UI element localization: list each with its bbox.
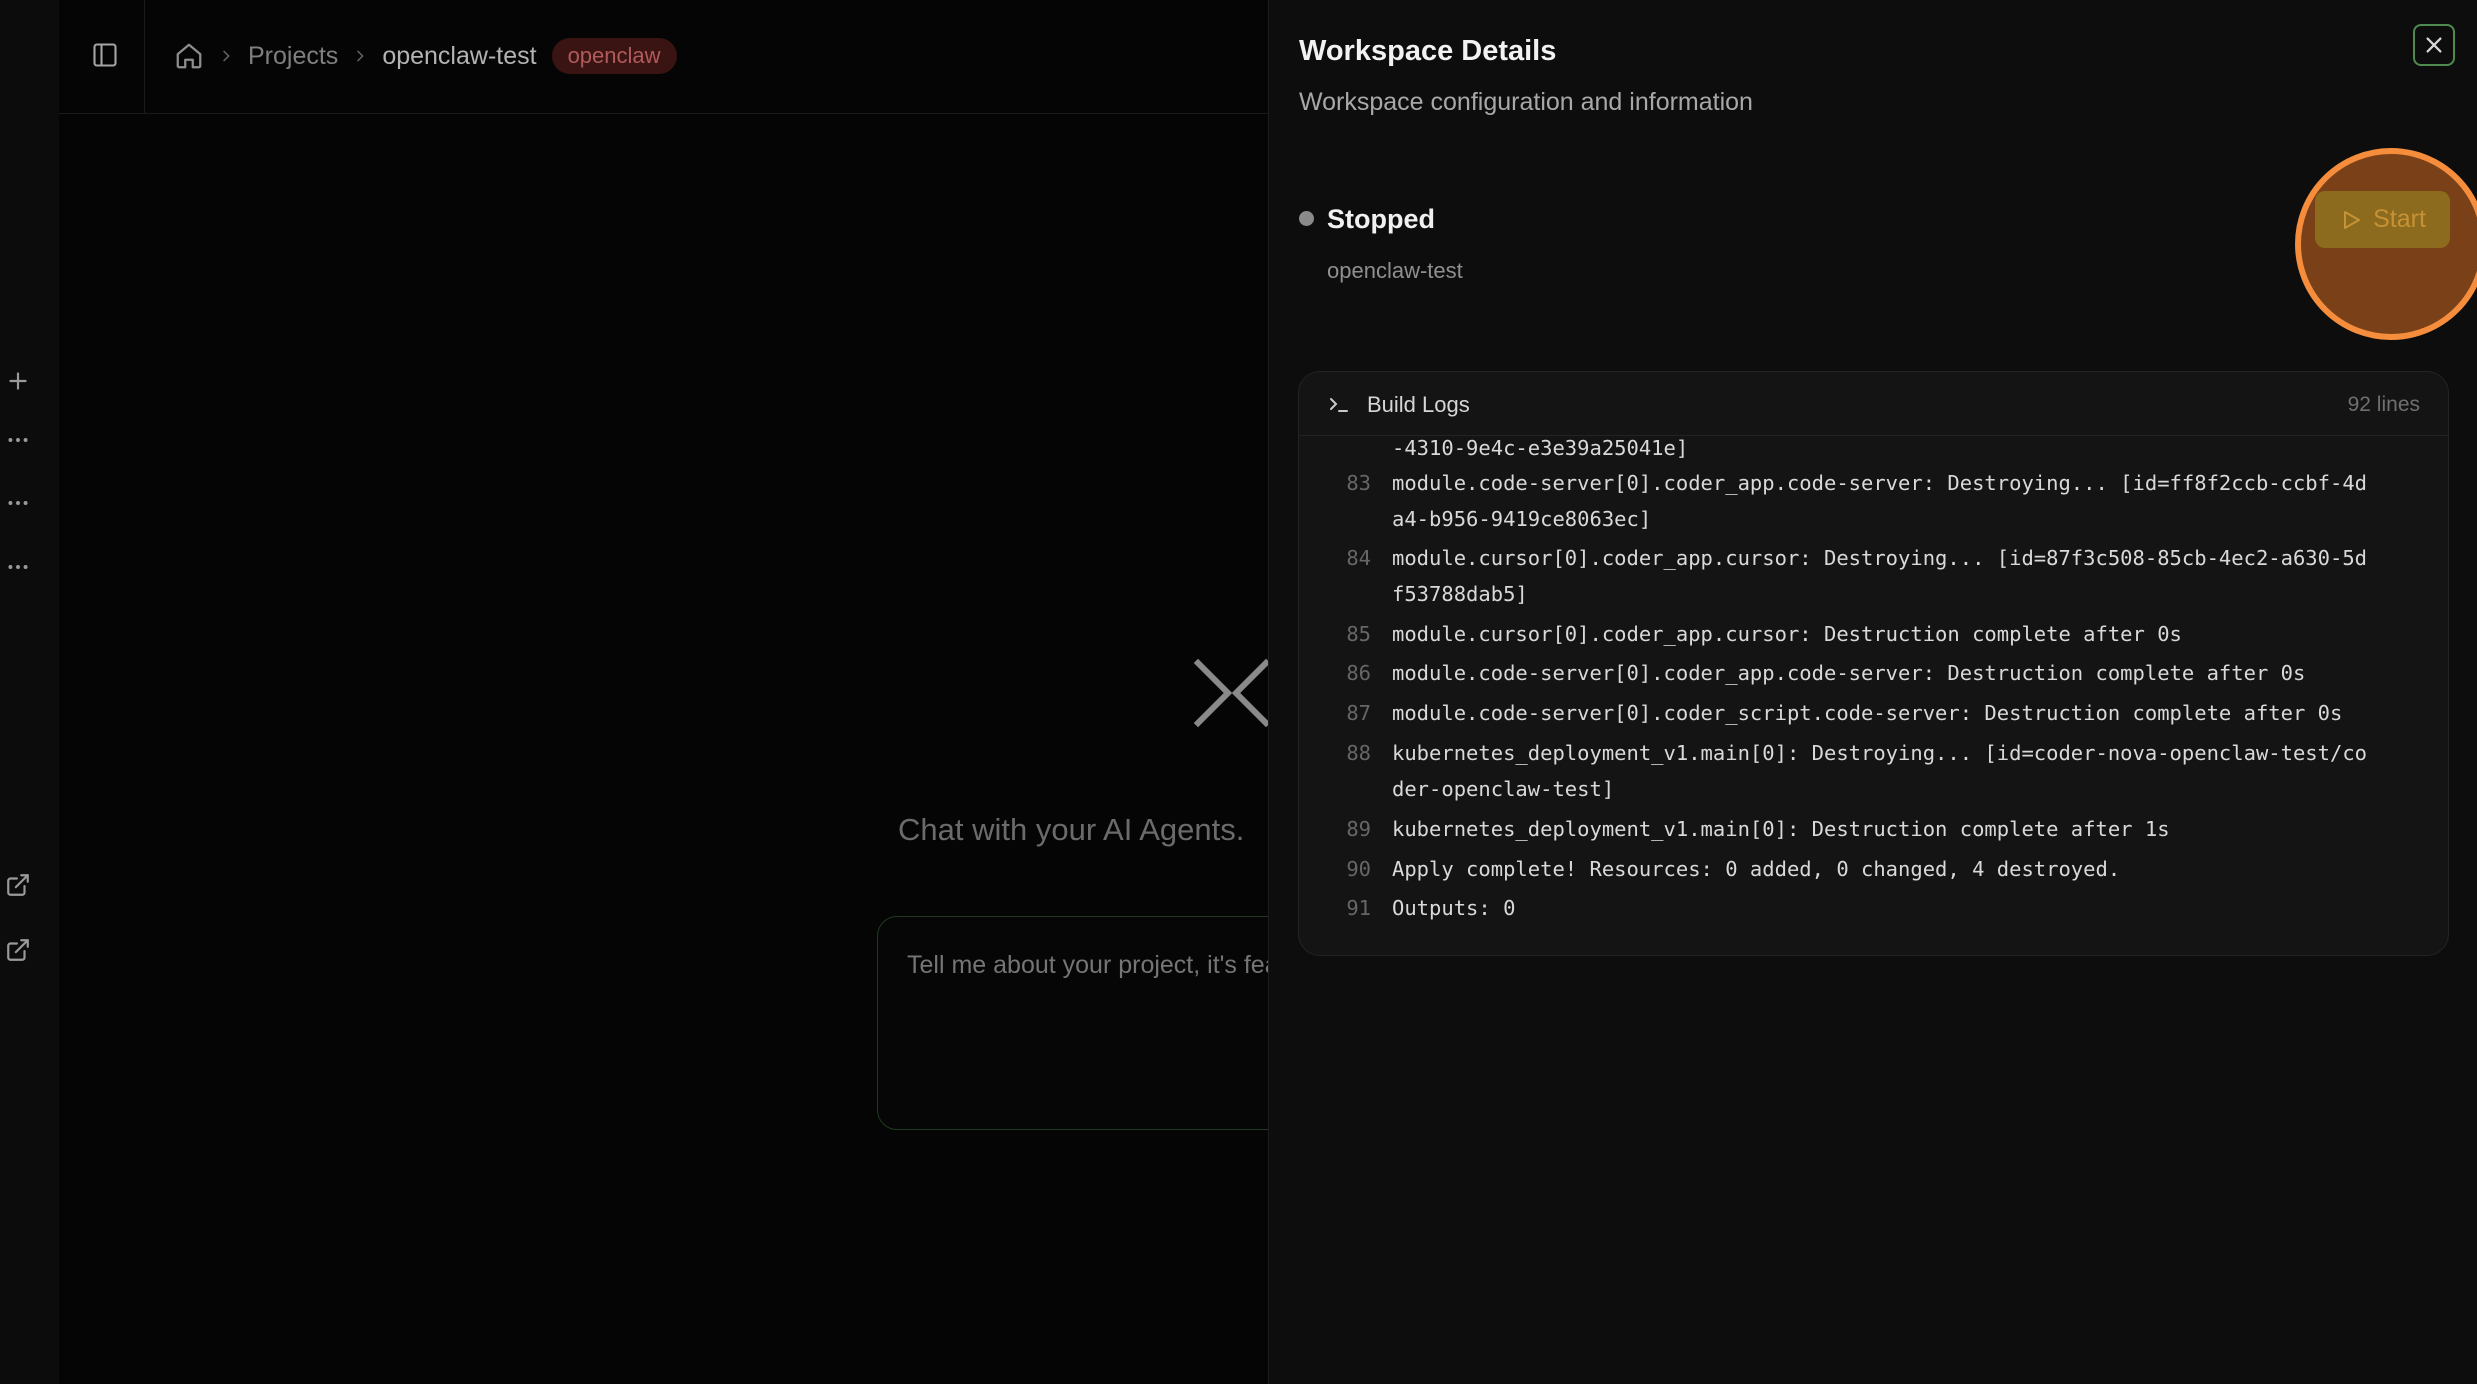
log-line-text: f53788dab5] xyxy=(1392,582,1528,606)
log-line-text: Apply complete! Resources: 0 added, 0 ch… xyxy=(1392,857,2121,881)
top-bar: Projects openclaw-test openclaw xyxy=(59,0,1268,114)
log-line-text: module.code-server[0].coder_app.code-ser… xyxy=(1392,661,2306,685)
workspace-details-panel: Workspace Details Workspace configuratio… xyxy=(1268,0,2477,1384)
panel-title: Workspace Details xyxy=(1299,35,1557,67)
start-button[interactable]: Start xyxy=(2315,191,2450,248)
topbar-divider xyxy=(144,0,145,114)
close-button[interactable] xyxy=(2413,24,2455,66)
log-line-number: 87 xyxy=(1346,701,1371,725)
build-logs-count: 92 lines xyxy=(2347,393,2420,416)
build-logs-title: Build Logs xyxy=(1367,392,1470,417)
main-area: Projects openclaw-test openclaw Chat wit… xyxy=(59,0,1337,1384)
log-line-number: 89 xyxy=(1346,817,1371,841)
chevron-right-icon xyxy=(204,48,248,64)
status-dot xyxy=(1299,211,1314,226)
breadcrumb-projects[interactable]: Projects xyxy=(248,42,338,71)
log-line-text: module.cursor[0].coder_app.cursor: Destr… xyxy=(1392,546,2368,570)
plus-icon[interactable] xyxy=(2,365,34,397)
log-line-number: 84 xyxy=(1346,546,1371,570)
close-icon xyxy=(2423,34,2445,56)
log-line-text: module.code-server[0].coder_script.code-… xyxy=(1392,701,2343,725)
play-icon xyxy=(2339,208,2363,232)
more-icon[interactable] xyxy=(2,424,34,456)
log-line-number: 85 xyxy=(1346,622,1371,646)
more-icon[interactable] xyxy=(2,487,34,519)
log-line-number: 90 xyxy=(1346,857,1371,881)
build-logs-header: Build Logs 92 lines xyxy=(1299,372,2448,436)
workspace-name: openclaw-test xyxy=(1327,258,1463,283)
log-line-number: 83 xyxy=(1346,471,1371,495)
app-logo-icon xyxy=(1192,655,1272,730)
hero-text: Chat with your AI Agents. xyxy=(898,812,1245,847)
log-line-text: module.code-server[0].coder_app.code-ser… xyxy=(1392,471,2368,495)
log-line-text: a4-b956-9419ce8063ec] xyxy=(1392,507,1652,531)
panel-subtitle: Workspace configuration and information xyxy=(1299,88,1753,116)
external-link-icon[interactable] xyxy=(2,869,34,901)
log-line-text: kubernetes_deployment_v1.main[0]: Destru… xyxy=(1392,817,2170,841)
left-rail xyxy=(0,0,59,1384)
start-button-label: Start xyxy=(2373,205,2426,233)
log-line-number: 88 xyxy=(1346,741,1371,765)
sidebar-icon[interactable] xyxy=(91,41,119,69)
log-line-text: module.cursor[0].coder_app.cursor: Destr… xyxy=(1392,622,2182,646)
chevron-right-icon xyxy=(338,48,382,64)
terminal-icon xyxy=(1327,392,1351,416)
log-line-number: 91 xyxy=(1346,896,1371,920)
build-logs: Build Logs 92 lines -4310-9e4c-e3e39a250… xyxy=(1298,371,2449,956)
breadcrumb: Projects openclaw-test openclaw xyxy=(174,38,677,74)
log-line-text: -4310-9e4c-e3e39a25041e] xyxy=(1392,436,1689,460)
status-label: Stopped xyxy=(1327,204,1435,234)
log-line-text: kubernetes_deployment_v1.main[0]: Destro… xyxy=(1392,741,2368,765)
breadcrumb-current: openclaw-test xyxy=(382,41,537,70)
log-line-number: 86 xyxy=(1346,661,1371,685)
log-line-text: der-openclaw-test] xyxy=(1392,777,1615,801)
external-link-icon[interactable] xyxy=(2,934,34,966)
log-line-text: Outputs: 0 xyxy=(1392,896,1516,920)
home-icon[interactable] xyxy=(174,41,204,71)
more-icon[interactable] xyxy=(2,551,34,583)
project-badge: openclaw xyxy=(551,38,677,74)
